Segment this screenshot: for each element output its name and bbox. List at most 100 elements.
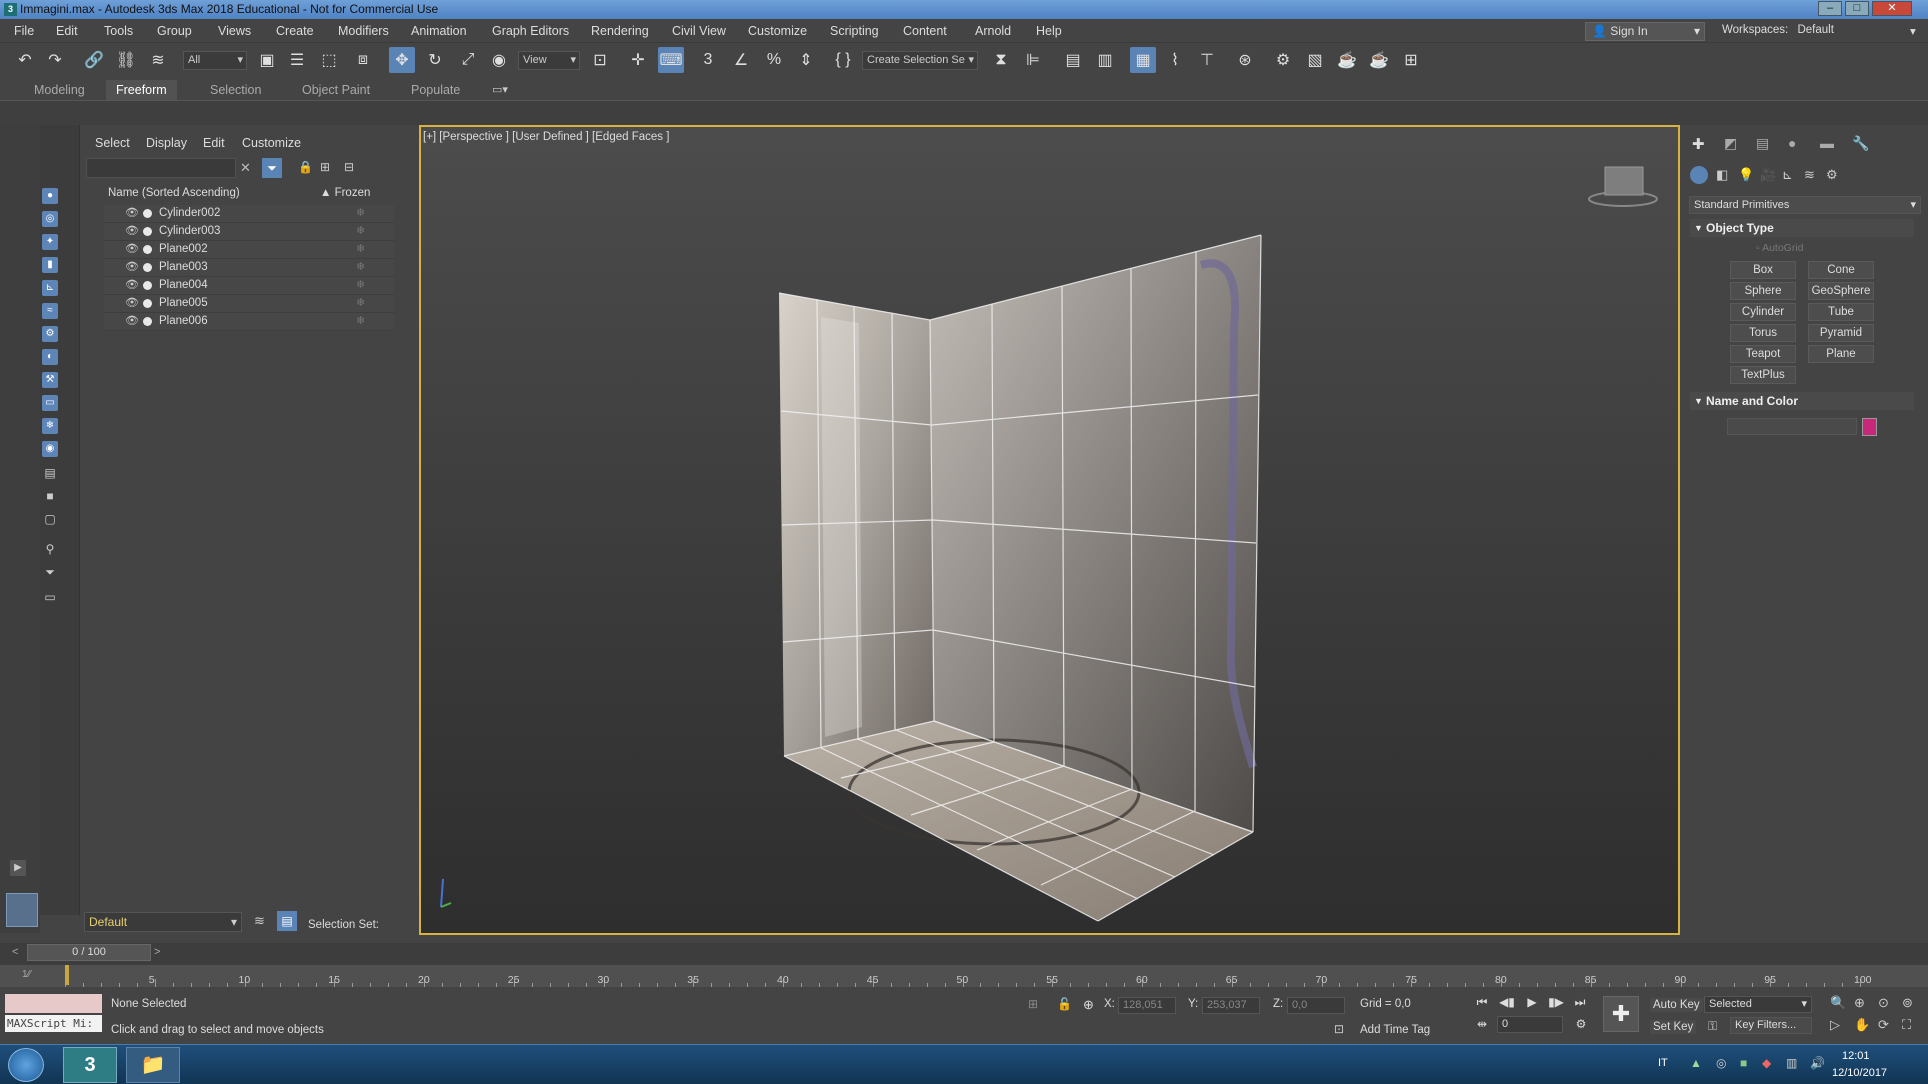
- utilities-tab-icon[interactable]: 🔧: [1852, 135, 1869, 152]
- sign-in-dropdown[interactable]: 👤 Sign In ▾: [1585, 22, 1705, 41]
- menu-modifiers[interactable]: Modifiers: [338, 24, 389, 38]
- menu-edit[interactable]: Edit: [56, 24, 78, 38]
- select-object-icon[interactable]: ▣: [254, 47, 280, 73]
- set-key-button[interactable]: Set Key: [1650, 1020, 1697, 1034]
- percent-snap-icon[interactable]: %: [761, 47, 787, 73]
- modify-tab-icon[interactable]: ◩: [1724, 135, 1737, 152]
- display-tab-icon[interactable]: ▬: [1820, 135, 1834, 151]
- start-button-icon[interactable]: [8, 1048, 44, 1082]
- tab-modeling[interactable]: Modeling: [24, 80, 95, 100]
- object-name-field[interactable]: [1727, 418, 1857, 435]
- tray-icon-1[interactable]: ▲: [1690, 1056, 1702, 1070]
- create-tab-icon[interactable]: ✚: [1692, 135, 1705, 153]
- time-slider-handle[interactable]: 0 / 100: [27, 944, 151, 961]
- go-to-start-icon[interactable]: ⏮: [1471, 993, 1493, 1011]
- volume-icon[interactable]: 🔊: [1810, 1056, 1825, 1070]
- key-mode-dropdown[interactable]: Selected ▾: [1704, 996, 1812, 1013]
- tab-selection[interactable]: Selection: [200, 80, 271, 100]
- scene-object-row[interactable]: 👁 Cylinder003 ❄: [104, 223, 394, 241]
- menu-civil-view[interactable]: Civil View: [672, 24, 726, 38]
- clock-date[interactable]: 12/10/2017: [1832, 1067, 1887, 1079]
- ribbon-options-icon[interactable]: ▭▾: [492, 83, 508, 96]
- spacewarps-category-icon[interactable]: ≋: [1804, 167, 1815, 183]
- minimize-button[interactable]: –: [1818, 1, 1842, 16]
- display-none-icon[interactable]: ■: [42, 489, 58, 503]
- column-frozen[interactable]: ▲ Frozen: [320, 187, 370, 199]
- display-geometry-icon[interactable]: ●: [42, 188, 58, 204]
- material-editor-icon[interactable]: ⊛: [1232, 47, 1258, 73]
- create-cylinder-button[interactable]: Cylinder: [1730, 303, 1796, 321]
- create-textplus-button[interactable]: TextPlus: [1730, 366, 1796, 384]
- toggle-layer-explorer-icon[interactable]: ▥: [1092, 47, 1118, 73]
- create-tube-button[interactable]: Tube: [1808, 303, 1874, 321]
- autogrid-checkbox[interactable]: ▫ AutoGrid: [1756, 242, 1804, 254]
- create-teapot-button[interactable]: Teapot: [1730, 345, 1796, 363]
- display-invert-icon[interactable]: ▢: [42, 512, 58, 526]
- timeline-track[interactable]: 5 10 15 20 25 30 35 40 45 50 55 60 65 70 75 80 85 90 95 100: [0, 965, 1928, 987]
- unlink-icon[interactable]: ⛓: [113, 47, 139, 73]
- key-filter-icon[interactable]: ⚿: [1708, 1019, 1717, 1034]
- shapes-category-icon[interactable]: ◧: [1716, 167, 1728, 183]
- input-language[interactable]: IT: [1658, 1057, 1668, 1069]
- select-manipulate-icon[interactable]: ✛: [625, 47, 651, 73]
- scene-object-row[interactable]: 👁 Plane002 ❄: [104, 241, 394, 259]
- expand-arrow-icon[interactable]: ▶: [10, 860, 26, 876]
- render-setup-icon[interactable]: ⚙: [1270, 47, 1296, 73]
- menu-tools[interactable]: Tools: [104, 24, 133, 38]
- field-of-view-icon[interactable]: ▷: [1830, 1017, 1840, 1033]
- se-menu-display[interactable]: Display: [146, 136, 187, 150]
- selection-lock-icon[interactable]: 🔓: [1057, 997, 1072, 1011]
- z-coordinate-field[interactable]: 0,0: [1287, 997, 1345, 1014]
- redo-icon[interactable]: ↷: [42, 47, 68, 73]
- render-production-icon[interactable]: ☕: [1334, 47, 1360, 73]
- menu-content[interactable]: Content: [903, 24, 947, 38]
- create-cone-button[interactable]: Cone: [1808, 261, 1874, 279]
- display-groups-icon[interactable]: ⚙: [42, 326, 58, 342]
- name-and-color-rollout[interactable]: ▼ Name and Color: [1690, 392, 1914, 410]
- add-time-tag[interactable]: Add Time Tag: [1360, 1024, 1430, 1036]
- select-move-icon[interactable]: ✥: [389, 47, 415, 73]
- frozen-icon[interactable]: ❄: [356, 206, 365, 219]
- x-coordinate-field[interactable]: 128,051: [1118, 997, 1176, 1014]
- key-mode-toggle-icon[interactable]: ⇹: [1471, 1015, 1493, 1033]
- object-color-swatch[interactable]: [1862, 418, 1877, 436]
- create-selection-set-dropdown[interactable]: Create Selection Se ▾: [862, 51, 978, 70]
- se-menu-customize[interactable]: Customize: [242, 136, 301, 150]
- link-icon[interactable]: 🔗: [81, 47, 107, 73]
- eye-icon[interactable]: 👁: [125, 278, 139, 291]
- maximize-button[interactable]: □: [1845, 1, 1869, 16]
- curve-editor-icon[interactable]: ⌇: [1162, 47, 1188, 73]
- close-button[interactable]: ✕: [1872, 1, 1912, 16]
- tray-icon-4[interactable]: ◆: [1762, 1056, 1771, 1070]
- lights-category-icon[interactable]: 💡: [1738, 167, 1754, 183]
- mirror-icon[interactable]: ⧗: [988, 47, 1014, 73]
- workspaces[interactable]: Workspaces: Default ▾: [1722, 24, 1916, 38]
- display-hidden-icon[interactable]: ◉: [42, 441, 58, 457]
- frozen-icon[interactable]: ❄: [356, 296, 365, 309]
- menu-rendering[interactable]: Rendering: [591, 24, 649, 38]
- menu-graph-editors[interactable]: Graph Editors: [492, 24, 569, 38]
- layer-explorer-icon[interactable]: ≋: [254, 913, 265, 929]
- lock-icon[interactable]: 🔒: [298, 160, 313, 174]
- auto-key-button[interactable]: Auto Key: [1650, 998, 1703, 1012]
- mini-curve-editor-icon[interactable]: 1⁄⁄: [22, 969, 31, 980]
- align-icon[interactable]: ⊫: [1020, 47, 1046, 73]
- display-frozen-icon[interactable]: ❄: [42, 418, 58, 434]
- undo-icon[interactable]: ↶: [12, 47, 38, 73]
- display-helpers-icon[interactable]: ⊾: [42, 280, 58, 296]
- maximize-viewport-icon[interactable]: ⛶: [1902, 1017, 1911, 1033]
- maxscript-mini-listener[interactable]: MAXScript Mi:: [5, 1015, 102, 1032]
- selection-set-label[interactable]: Selection Set:: [308, 919, 379, 931]
- scene-object-row[interactable]: 👁 Plane003 ❄: [104, 259, 394, 277]
- play-icon[interactable]: ▶: [1521, 993, 1543, 1011]
- toggle-expand-icon[interactable]: ▭: [42, 590, 58, 604]
- tray-icon-3[interactable]: ■: [1740, 1056, 1747, 1070]
- time-slider-next-icon[interactable]: >: [154, 946, 160, 958]
- schematic-view-icon[interactable]: ⊤: [1194, 47, 1220, 73]
- helpers-category-icon[interactable]: ⊾: [1782, 167, 1793, 183]
- column-name[interactable]: Name (Sorted Ascending): [108, 187, 240, 199]
- object-dot-icon[interactable]: [143, 281, 152, 290]
- display-xrefs-icon[interactable]: ◐: [42, 349, 58, 365]
- perspective-viewport[interactable]: [419, 125, 1680, 935]
- go-to-end-icon[interactable]: ⏭: [1569, 993, 1591, 1011]
